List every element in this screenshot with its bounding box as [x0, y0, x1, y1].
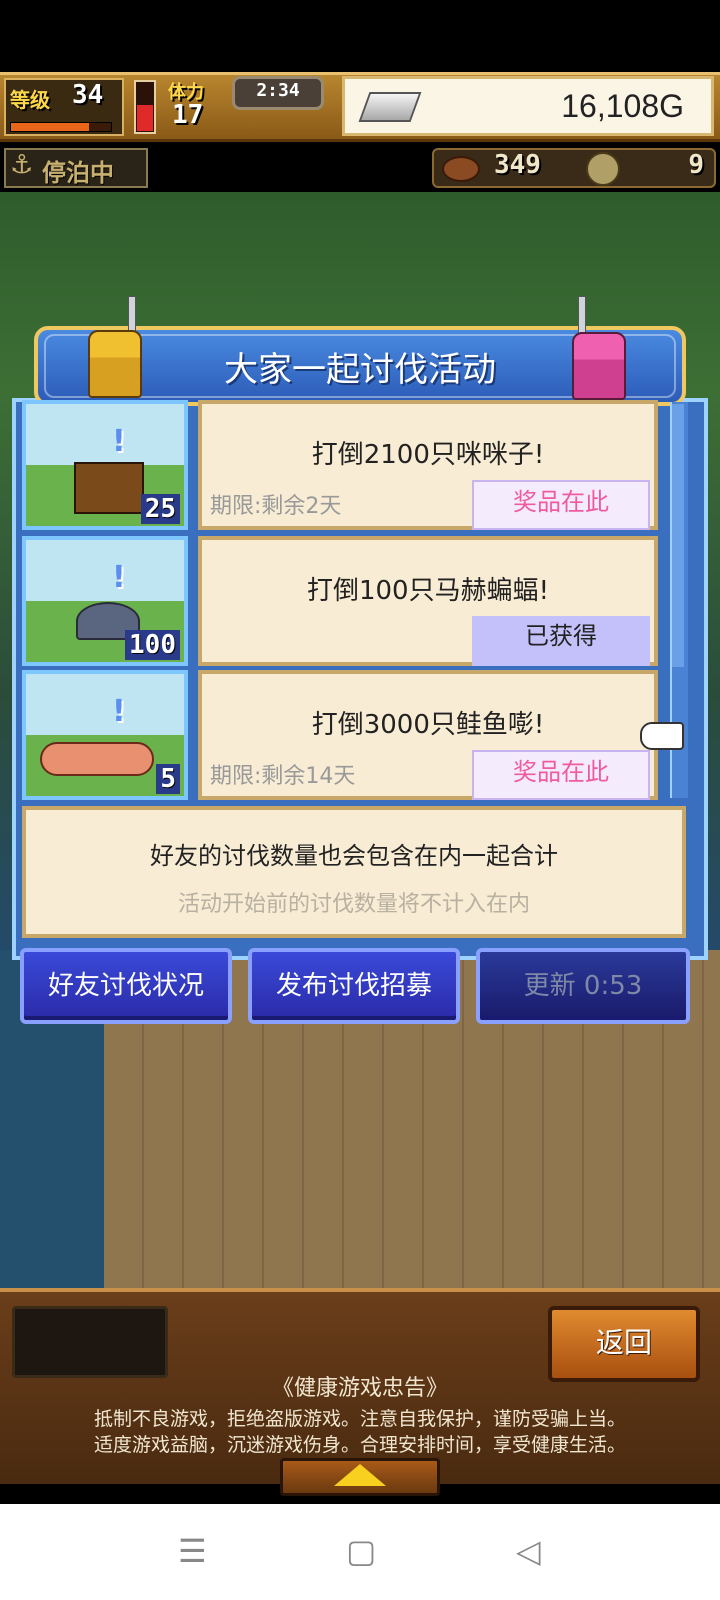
note-main-text: 好友的讨伐数量也会包含在内一起合计 [150, 842, 558, 870]
health-notice-title: 《健康游戏忠告》 [271, 1376, 448, 1401]
home-icon[interactable]: ▢ [346, 1532, 376, 1570]
quest-title: 打倒100只马赫蝙蝠! [306, 576, 550, 606]
menu-icon[interactable]: ☰ [178, 1532, 207, 1570]
stamina-value: 17 [172, 100, 204, 130]
exclamation-icon: ! [112, 424, 126, 459]
quest-thumbnail: ! 100 [22, 536, 188, 666]
mimic-chest-icon [74, 462, 144, 514]
quest-item[interactable]: ! 100 打倒100只马赫蝙蝠! 已获得 [22, 536, 662, 666]
quest-thumbnail: ! 5 [22, 670, 188, 800]
quest-card: 打倒3000只鲑鱼嘭! 期限:剩余14天 奖品在此 [198, 670, 658, 800]
stamina-gauge-fill [137, 105, 153, 131]
quest-count-badge: 25 [140, 494, 180, 524]
refresh-button[interactable]: 更新 0:53 [476, 948, 690, 1024]
note-box [22, 806, 686, 938]
friend-status-button[interactable]: 好友讨伐状况 [20, 948, 232, 1024]
quest-count-badge: 100 [125, 630, 180, 660]
stamina-timer: 2:34 [256, 80, 300, 101]
food-icon [442, 156, 480, 182]
quest-title: 打倒2100只咪咪子! [311, 440, 545, 470]
level-value: 34 [72, 80, 104, 110]
exp-bar-fill [11, 123, 89, 131]
quest-deadline: 期限:剩余14天 [210, 764, 356, 789]
anchor-icon: ⚓ [10, 150, 34, 180]
quest-title: 打倒3000只鲑鱼嘭! [311, 710, 545, 740]
quest-card: 打倒100只马赫蝙蝠! 已获得 [198, 536, 658, 666]
food-count: 349 [494, 150, 541, 180]
prize-button[interactable]: 奖品在此 [472, 750, 650, 800]
prize-button[interactable]: 奖品在此 [472, 480, 650, 530]
medal-count: 9 [688, 150, 704, 180]
pink-warrior-icon [572, 332, 626, 400]
prize-received-button[interactable]: 已获得 [472, 616, 650, 666]
salmon-monster-icon [40, 742, 154, 776]
health-notice-line: 抵制不良游戏，拒绝盗版游戏。注意自我保护，谨防受骗上当。 [93, 1408, 626, 1430]
back-icon[interactable]: ◁ [516, 1532, 541, 1570]
up-arrow-icon [334, 1464, 386, 1486]
quest-item[interactable]: ! 5 打倒3000只鲑鱼嘭! 期限:剩余14天 奖品在此 [22, 670, 662, 800]
medal-icon [586, 152, 620, 186]
quest-item[interactable]: ! 25 打倒2100只咪咪子! 期限:剩余2天 奖品在此 [22, 400, 662, 530]
level-label: 等级 [10, 88, 50, 112]
quest-count-badge: 5 [156, 764, 180, 794]
recruit-button[interactable]: 发布讨伐招募 [248, 948, 460, 1024]
exclamation-icon: ! [112, 560, 126, 595]
gold-bar-icon [358, 92, 422, 122]
status-bar [0, 0, 720, 72]
scrollbar-thumb[interactable] [672, 404, 684, 667]
exclamation-icon: ! [112, 694, 126, 729]
health-notice-line: 适度游戏益脑，沉迷游戏伤身。合理安排时间，享受健康生活。 [93, 1434, 626, 1456]
gold-value: 16,108G [561, 88, 684, 124]
knight-icon [88, 330, 142, 398]
quest-thumbnail: ! 25 [22, 400, 188, 530]
quest-deadline: 期限:剩余2天 [210, 494, 342, 519]
quest-card: 打倒2100只咪咪子! 期限:剩余2天 奖品在此 [198, 400, 658, 530]
note-sub-text: 活动开始前的讨伐数量将不计入在内 [177, 892, 530, 917]
pointing-hand-icon [640, 722, 684, 750]
empty-slot [12, 1306, 168, 1378]
docked-status-text: 停泊中 [42, 159, 114, 187]
